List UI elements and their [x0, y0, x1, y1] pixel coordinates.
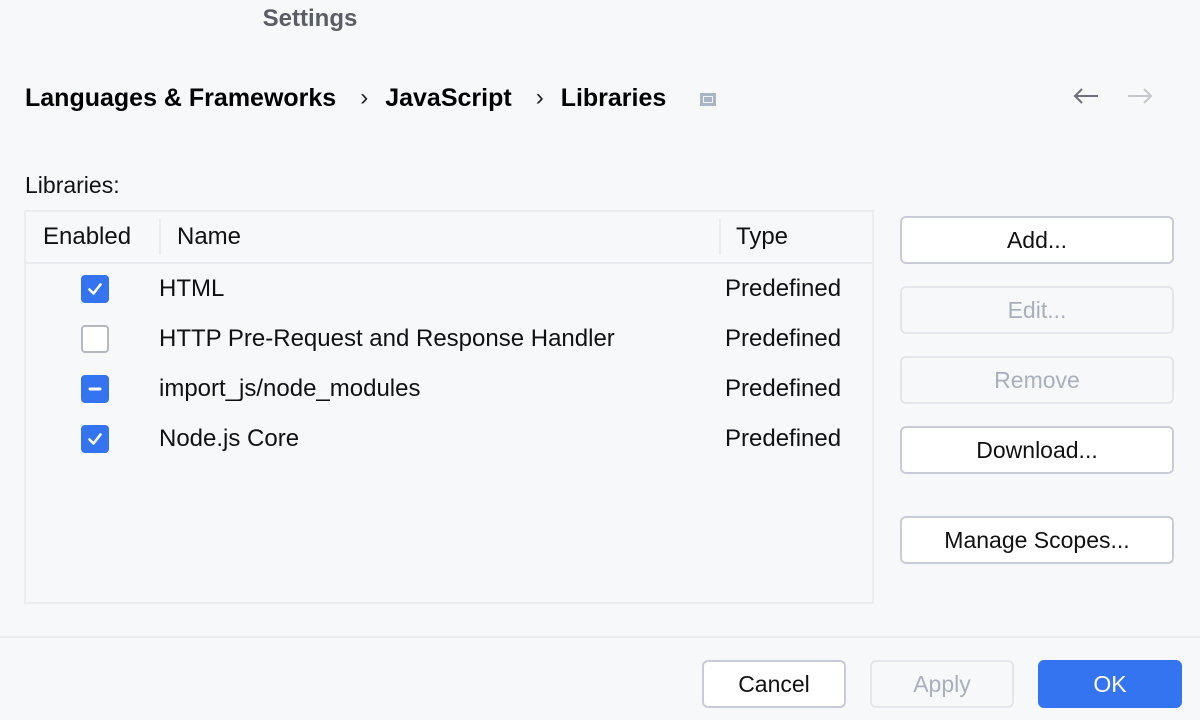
table-header: Enabled Name Type [26, 212, 872, 264]
column-header-type[interactable]: Type [719, 219, 788, 255]
checkmark-icon [87, 433, 102, 445]
manage-scopes-button[interactable]: Manage Scopes... [900, 516, 1174, 564]
edit-button[interactable]: Edit... [900, 286, 1174, 334]
libraries-label: Libraries: [25, 172, 120, 198]
cancel-button[interactable]: Cancel [702, 660, 846, 708]
enabled-checkbox[interactable] [80, 325, 109, 353]
library-name: HTTP Pre-Request and Response Handler [159, 325, 615, 352]
library-type: Predefined [725, 425, 842, 452]
library-type: Predefined [725, 375, 842, 402]
breadcrumb-separator: › [360, 84, 369, 111]
breadcrumb-item-libraries: Libraries [560, 83, 667, 112]
enabled-checkbox[interactable] [80, 425, 109, 453]
breadcrumb-item-javascript[interactable]: JavaScript [385, 84, 511, 113]
breadcrumb-separator: › [535, 84, 544, 111]
ok-button[interactable]: OK [1038, 660, 1182, 708]
window-pin-icon[interactable] [700, 92, 717, 106]
indeterminate-icon [88, 387, 101, 391]
checkmark-icon [87, 283, 102, 295]
library-name: Node.js Core [159, 425, 300, 452]
breadcrumb-item-languages-frameworks[interactable]: Languages & Frameworks [25, 84, 336, 113]
table-row[interactable]: import_js/node_modules Predefined [26, 364, 872, 414]
dialog-footer: Cancel Apply OK [702, 660, 1182, 708]
table-row[interactable]: Node.js Core Predefined [26, 414, 872, 464]
remove-button[interactable]: Remove [900, 356, 1174, 404]
libraries-table: Enabled Name Type HTML Predefined HTTP Pre… [24, 210, 874, 604]
table-row[interactable]: HTTP Pre-Request and Response Handler Pre… [26, 314, 872, 364]
apply-button[interactable]: Apply [870, 660, 1014, 708]
column-header-enabled[interactable]: Enabled [26, 223, 159, 251]
library-type: Predefined [725, 325, 842, 352]
enabled-checkbox[interactable] [80, 375, 109, 403]
column-header-name[interactable]: Name [159, 219, 719, 255]
enabled-checkbox[interactable] [80, 275, 109, 303]
breadcrumb: Languages & Frameworks › JavaScript › Li… [25, 80, 717, 116]
back-button[interactable] [1072, 86, 1100, 106]
library-name: import_js/node_modules [159, 375, 421, 402]
arrow-right-icon [1128, 88, 1153, 104]
enabled-cell [26, 375, 159, 403]
enabled-cell [26, 425, 159, 453]
arrow-left-icon [1073, 88, 1098, 104]
enabled-cell [26, 275, 159, 303]
navigation-arrows [1072, 86, 1154, 106]
dialog-title: Settings [262, 5, 358, 32]
download-button[interactable]: Download... [900, 426, 1174, 474]
forward-button[interactable] [1126, 86, 1154, 106]
table-row[interactable]: HTML Predefined [26, 264, 872, 314]
add-button[interactable]: Add... [900, 216, 1174, 264]
library-name: HTML [159, 275, 225, 302]
enabled-cell [26, 325, 159, 353]
footer-divider [0, 636, 1200, 638]
library-type: Predefined [725, 275, 842, 302]
